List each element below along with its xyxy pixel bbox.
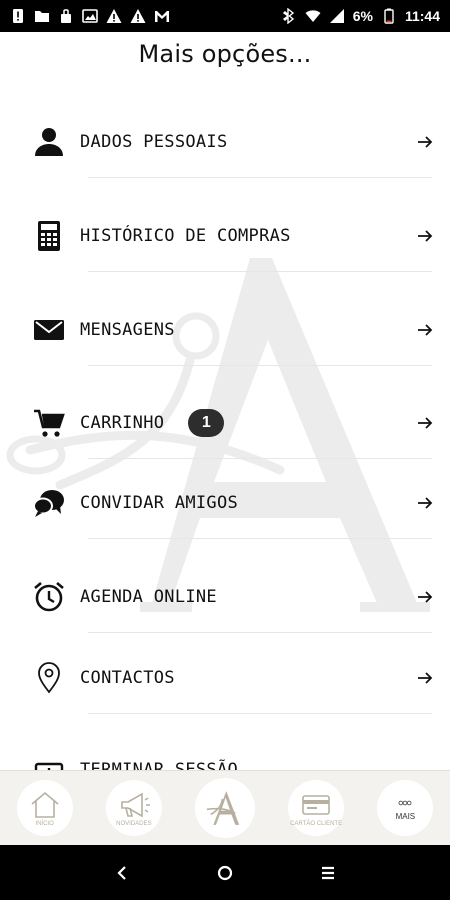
image-icon — [82, 8, 98, 24]
menu-item-agenda-online[interactable]: AGENDA ONLINE — [0, 567, 450, 627]
clock: 11:44 — [404, 8, 440, 24]
menu-item-label: MENSAGENS — [80, 320, 175, 340]
divider — [88, 632, 432, 633]
divider — [88, 271, 432, 272]
logout-icon — [32, 753, 66, 770]
menu-item-mensagens[interactable]: MENSAGENS — [0, 300, 450, 360]
tab-label: INÍCIO — [35, 820, 54, 827]
recents-icon — [322, 866, 335, 879]
brand-logo-icon — [206, 791, 240, 825]
system-nav-bar — [0, 845, 450, 900]
folder-icon — [34, 8, 50, 24]
bottom-tab-bar: INÍCIO NOVIDADES CARTÃO CLIENTE MAIS — [0, 770, 450, 845]
gmail-icon — [154, 8, 170, 24]
envelope-icon — [32, 313, 66, 347]
menu-item-label: CONVIDAR AMIGOS — [80, 493, 239, 513]
card-icon — [302, 794, 330, 815]
status-notifications — [10, 8, 170, 24]
menu-item-label: DADOS PESSOAIS — [80, 132, 228, 152]
calculator-icon — [32, 219, 66, 253]
options-menu: DADOS PESSOAIS HISTÓRICO DE COMPRAS MENS… — [0, 95, 450, 770]
tab-label: NOVIDADES — [116, 820, 152, 827]
home-circle-icon — [217, 865, 233, 880]
back-button[interactable] — [108, 859, 136, 887]
divider — [88, 458, 432, 459]
menu-item-label: HISTÓRICO DE COMPRAS — [80, 226, 291, 246]
menu-item-convidar-amigos[interactable]: CONVIDAR AMIGOS — [0, 473, 450, 533]
arrow-right-icon — [416, 227, 434, 245]
tab-home-logo[interactable] — [194, 778, 255, 838]
recents-button[interactable] — [314, 859, 342, 887]
tab-mais[interactable]: MAIS — [377, 780, 434, 836]
bag-icon — [58, 8, 74, 24]
divider — [88, 713, 432, 714]
tab-label: MAIS — [395, 811, 416, 821]
megaphone-icon — [120, 792, 150, 817]
signal-icon — [329, 8, 345, 24]
alarm-clock-icon — [32, 580, 66, 614]
status-system: 6% 11:44 — [281, 8, 440, 24]
alert-notification-icon — [10, 8, 26, 24]
menu-item-carrinho[interactable]: CARRINHO 1 — [0, 393, 450, 453]
menu-item-historico-compras[interactable]: HISTÓRICO DE COMPRAS — [0, 206, 450, 266]
warning-icon — [130, 8, 146, 24]
tab-cartao-cliente[interactable]: CARTÃO CLIENTE — [288, 780, 345, 836]
more-icon — [398, 800, 412, 805]
menu-item-label: AGENDA ONLINE — [80, 587, 217, 607]
arrow-right-icon — [416, 494, 434, 512]
battery-icon — [381, 8, 397, 24]
tab-novidades[interactable]: NOVIDADES — [105, 780, 162, 836]
wifi-icon — [305, 8, 321, 24]
menu-item-contactos[interactable]: CONTACTOS — [0, 648, 450, 708]
home-button[interactable] — [211, 859, 239, 887]
page-title: Mais opções... — [138, 40, 312, 68]
divider — [88, 177, 432, 178]
menu-item-label: TERMINAR SESSÃO — [80, 760, 239, 770]
tab-label: CARTÃO CLIENTE — [290, 820, 343, 827]
warning-icon — [106, 8, 122, 24]
cart-icon — [32, 406, 66, 440]
menu-item-label: CARRINHO — [80, 413, 165, 433]
menu-item-label: CONTACTOS — [80, 668, 175, 688]
divider — [88, 365, 432, 366]
arrow-right-icon — [416, 321, 434, 339]
arrow-right-icon — [416, 669, 434, 687]
arrow-right-icon — [416, 133, 434, 151]
back-chevron-icon — [117, 865, 126, 880]
arrow-right-icon — [416, 414, 434, 432]
home-icon — [31, 791, 59, 818]
menu-item-terminar-sessao[interactable]: TERMINAR SESSÃO — [0, 740, 450, 770]
battery-percent: 6% — [352, 8, 373, 24]
menu-item-dados-pessoais[interactable]: DADOS PESSOAIS — [0, 112, 450, 172]
arrow-right-icon — [416, 588, 434, 606]
cart-count-badge: 1 — [188, 409, 225, 437]
location-pin-icon — [32, 661, 66, 695]
person-icon — [32, 125, 66, 159]
status-bar: 6% 11:44 — [0, 0, 450, 32]
chat-bubbles-icon — [32, 486, 66, 520]
bluetooth-icon — [281, 8, 297, 24]
divider — [88, 538, 432, 539]
tab-inicio[interactable]: INÍCIO — [16, 780, 73, 836]
